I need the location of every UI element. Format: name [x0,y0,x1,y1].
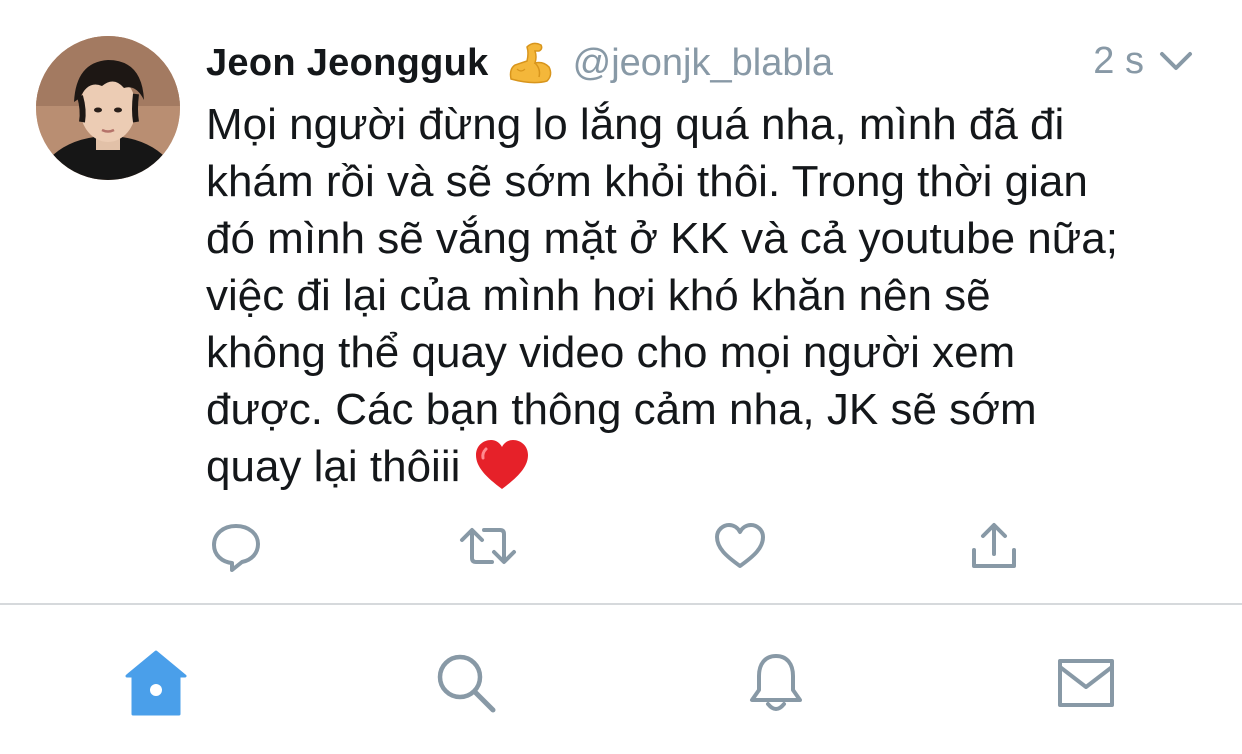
search-icon [433,650,499,721]
tweet-text: Mọi người đừng lo lắng quá nha, mình đã … [206,96,1216,495]
chevron-down-icon[interactable] [1156,46,1196,76]
tab-search[interactable] [426,645,506,725]
like-icon [712,520,768,577]
retweet-icon [458,520,518,577]
messages-icon [1056,655,1116,716]
tweet-timestamp: 2 s [1093,40,1144,82]
avatar[interactable] [36,36,180,180]
share-icon [969,520,1019,577]
share-button[interactable] [964,520,1024,576]
user-handle[interactable]: @jeonjk_blabla [573,42,833,85]
tab-bar [0,605,1242,754]
red-heart-emoji-icon [474,439,530,491]
tab-home[interactable] [116,645,196,725]
tab-notifications[interactable] [736,645,816,725]
tweet-body: Mọi người đừng lo lắng quá nha, mình đã … [206,100,1118,491]
tweet-header: Jeon Jeongguk @jeonjk_blabla [206,38,1206,88]
flexed-biceps-emoji-icon [507,39,555,87]
like-button[interactable] [710,520,770,576]
twitter-screen: Jeon Jeongguk @jeonjk_blabla 2 s Mọi ngư… [0,0,1242,754]
notifications-icon [746,650,806,721]
tweet-actions [206,520,1106,576]
display-name[interactable]: Jeon Jeongguk [206,42,489,85]
home-icon [123,648,189,723]
retweet-button[interactable] [458,520,518,576]
tab-messages[interactable] [1046,645,1126,725]
reply-icon [208,520,264,577]
tweet[interactable]: Jeon Jeongguk @jeonjk_blabla 2 s Mọi ngư… [0,0,1242,603]
reply-button[interactable] [206,520,266,576]
